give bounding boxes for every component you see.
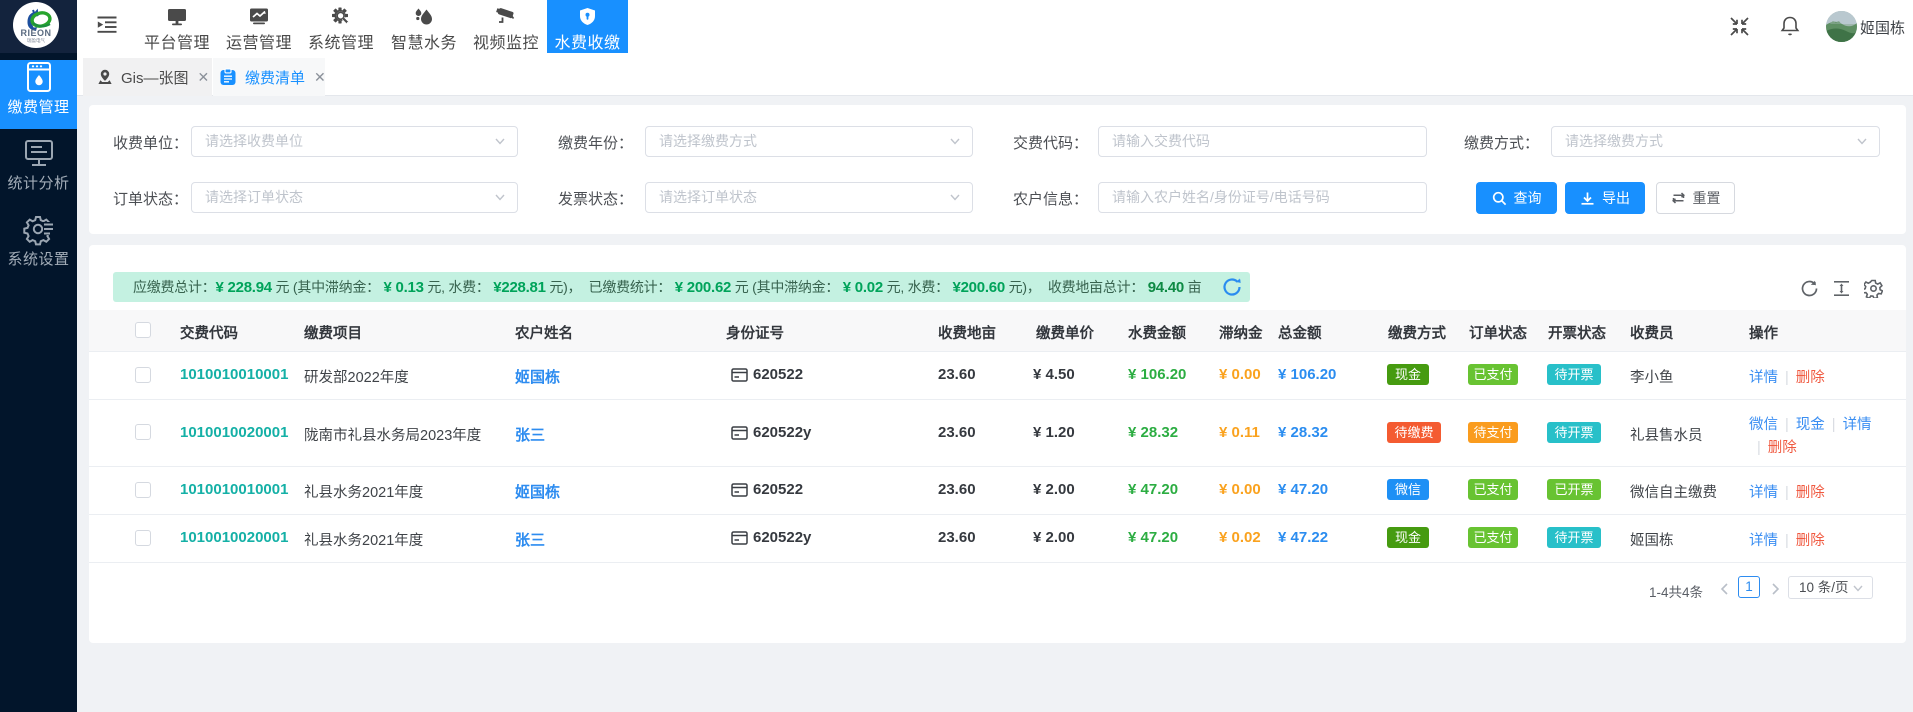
svg-text:RIEON: RIEON [20,28,51,38]
svg-text:瑞盈电气: 瑞盈电气 [27,37,45,43]
